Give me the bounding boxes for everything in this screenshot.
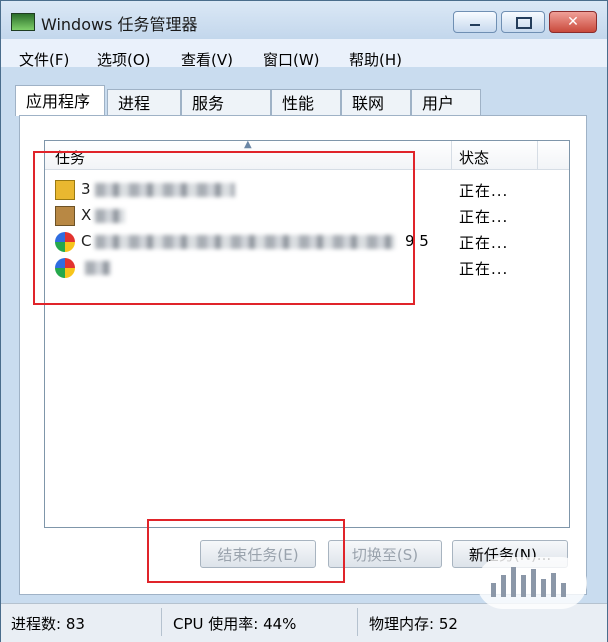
process-count: 进程数: 83 [11, 615, 85, 633]
menu-file[interactable]: 文件(F) [19, 49, 69, 70]
tab-strip: 应用程序 进程 服务 性能 联网 用户 [15, 85, 585, 119]
tab-services[interactable]: 服务 [181, 89, 271, 116]
status-divider [161, 608, 162, 636]
tab-performance[interactable]: 性能 [271, 89, 341, 116]
annotation-highlight-end-task [147, 519, 345, 583]
task-status: 正在... [459, 182, 509, 200]
menu-options[interactable]: 选项(O) [97, 49, 151, 70]
task-manager-window: Windows 任务管理器 ✕ 文件(F) 选项(O) 查看(V) 窗口(W) … [0, 0, 608, 642]
task-status: 正在... [459, 208, 509, 226]
title-bar[interactable]: Windows 任务管理器 ✕ [1, 1, 607, 39]
sort-arrow-icon: ▲ [244, 139, 252, 150]
column-header-status[interactable]: 状态 [459, 147, 489, 168]
close-icon: ✕ [567, 14, 579, 30]
cpu-usage: CPU 使用率: 44% [173, 615, 297, 633]
menu-view[interactable]: 查看(V) [181, 49, 233, 70]
menu-bar: 文件(F) 选项(O) 查看(V) 窗口(W) 帮助(H) [1, 39, 607, 70]
tab-users[interactable]: 用户 [411, 89, 481, 116]
physical-memory: 物理内存: 52 [369, 615, 458, 633]
close-button[interactable]: ✕ [549, 11, 597, 33]
column-divider [537, 141, 538, 169]
task-status: 正在... [459, 260, 509, 278]
tab-processes[interactable]: 进程 [107, 89, 181, 116]
task-status: 正在... [459, 234, 509, 252]
watermark-logo [477, 557, 587, 609]
tab-applications[interactable]: 应用程序 [15, 85, 105, 116]
tab-networking[interactable]: 联网 [341, 89, 411, 116]
menu-help[interactable]: 帮助(H) [349, 49, 402, 70]
task-manager-icon [11, 13, 35, 31]
column-divider [451, 141, 452, 169]
maximize-button[interactable] [501, 11, 545, 33]
status-divider [357, 608, 358, 636]
window-title: Windows 任务管理器 [41, 15, 198, 34]
minimize-button[interactable] [453, 11, 497, 33]
menu-window[interactable]: 窗口(W) [263, 49, 320, 70]
switch-to-button[interactable]: 切换至(S) [328, 540, 442, 568]
annotation-highlight-tasks [33, 151, 415, 305]
